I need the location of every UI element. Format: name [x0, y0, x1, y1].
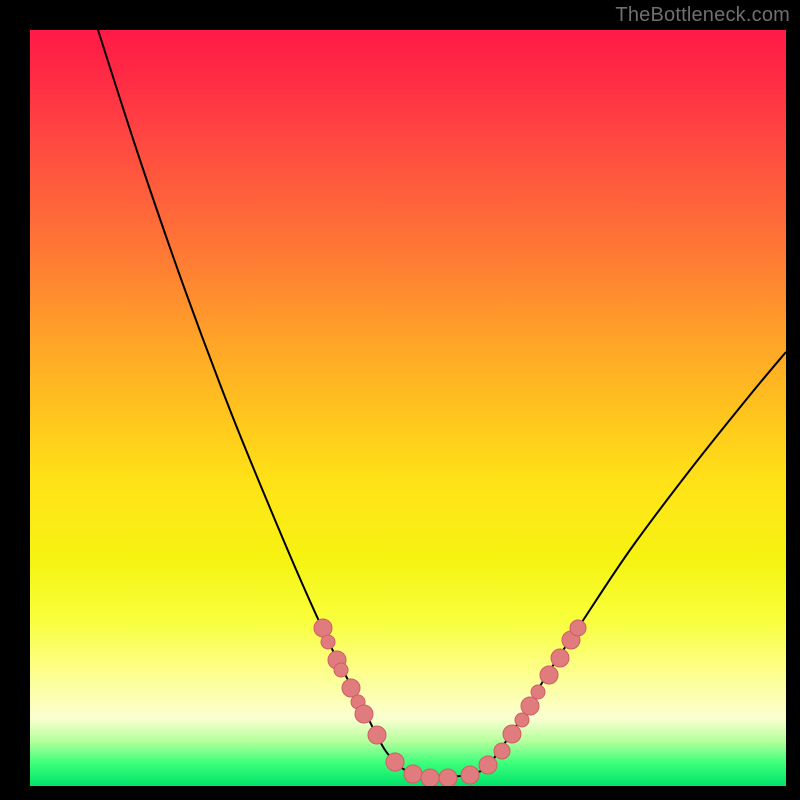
data-marker	[386, 753, 404, 771]
data-marker	[461, 766, 479, 784]
chart-stage: TheBottleneck.com	[0, 0, 800, 800]
data-marker	[334, 663, 348, 677]
data-marker	[321, 635, 335, 649]
data-marker	[479, 756, 497, 774]
watermark-text: TheBottleneck.com	[615, 4, 790, 27]
data-marker	[439, 769, 457, 786]
left-curve	[98, 30, 420, 775]
data-marker	[368, 726, 386, 744]
data-marker	[531, 685, 545, 699]
data-marker	[494, 743, 510, 759]
data-marker	[404, 765, 422, 783]
data-marker	[314, 619, 332, 637]
plot-area	[30, 30, 786, 786]
data-marker	[540, 666, 558, 684]
data-marker	[515, 713, 529, 727]
data-marker	[521, 697, 539, 715]
data-marker	[503, 725, 521, 743]
data-marker	[421, 769, 439, 786]
chart-svg	[30, 30, 786, 786]
data-marker	[570, 620, 586, 636]
data-marker	[355, 705, 373, 723]
data-marker	[551, 649, 569, 667]
data-marker	[342, 679, 360, 697]
marker-layer	[314, 619, 586, 786]
